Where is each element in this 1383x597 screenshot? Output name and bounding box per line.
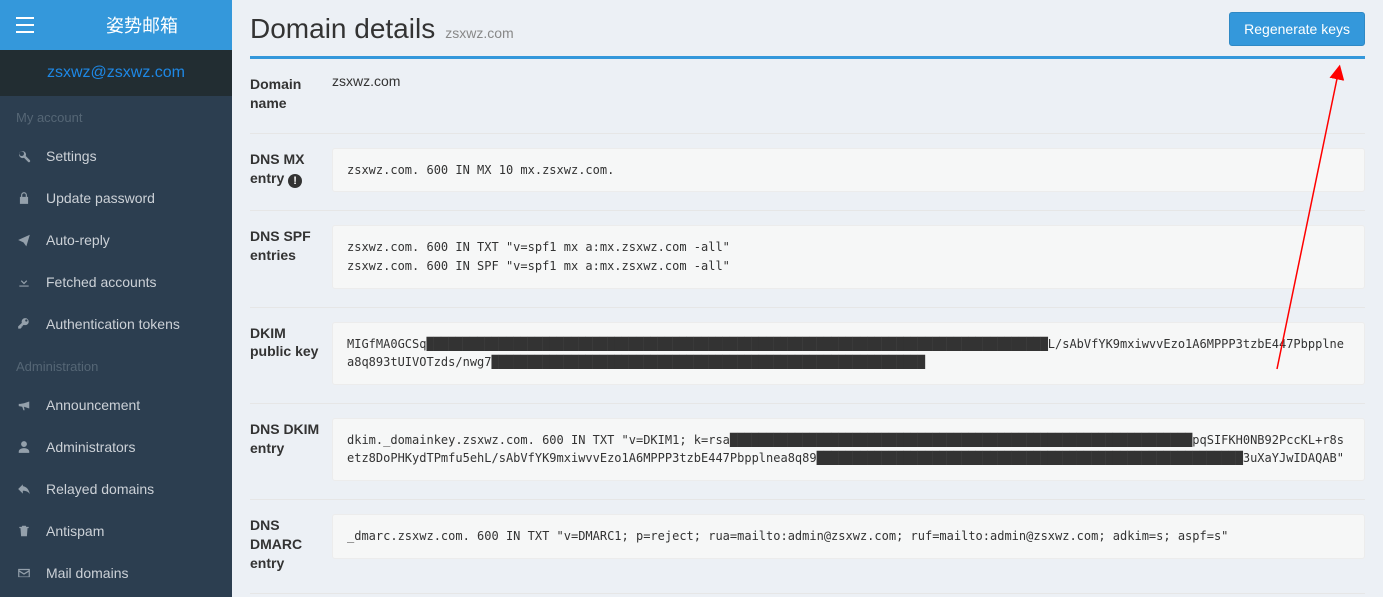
hamburger-menu-icon[interactable] [12, 17, 38, 33]
envelope-icon [16, 566, 32, 580]
row-dns-mx: DNS MX entry ! zsxwz.com. 600 IN MX 10 m… [250, 134, 1365, 212]
page-title: Domain details [250, 13, 435, 45]
download-icon [16, 275, 32, 289]
lock-icon [16, 191, 32, 205]
nav-label: Antispam [46, 523, 104, 539]
page-header: Domain details zsxwz.com Regenerate keys [232, 0, 1383, 56]
nav-label: Mail domains [46, 565, 128, 581]
user-email-link[interactable]: zsxwz@zsxwz.com [0, 50, 232, 96]
row-dkim-pub: DKIM public key MIGfMA0GCSq█████████████… [250, 308, 1365, 404]
page-subtitle: zsxwz.com [445, 25, 513, 41]
user-icon [16, 440, 32, 454]
nav-relayed-domains[interactable]: Relayed domains [0, 468, 232, 510]
value-dns-dkim: dkim._domainkey.zsxwz.com. 600 IN TXT "v… [332, 418, 1365, 481]
value-domain-name: zsxwz.com [332, 59, 1365, 133]
nav-administrators[interactable]: Administrators [0, 426, 232, 468]
sidebar-header: 姿势邮箱 [0, 0, 232, 50]
label-dns-dmarc: DNS DMARC entry [250, 500, 332, 593]
nav-auto-reply[interactable]: Auto-reply [0, 219, 232, 261]
page-title-wrap: Domain details zsxwz.com [250, 13, 514, 45]
nav-label: Relayed domains [46, 481, 154, 497]
nav-label: Authentication tokens [46, 316, 180, 332]
value-dns-dmarc: _dmarc.zsxwz.com. 600 IN TXT "v=DMARC1; … [332, 514, 1365, 559]
nav-mail-domains[interactable]: Mail domains [0, 552, 232, 594]
nav-section-my-account: My account [0, 96, 232, 135]
nav-update-password[interactable]: Update password [0, 177, 232, 219]
value-dkim-pub: MIGfMA0GCSq█████████████████████████████… [332, 322, 1365, 385]
label-dns-dkim: DNS DKIM entry [250, 404, 332, 499]
value-dns-spf: zsxwz.com. 600 IN TXT "v=spf1 mx a:mx.zs… [332, 225, 1365, 288]
nav-label: Settings [46, 148, 97, 164]
content-area: Domain name zsxwz.com DNS MX entry ! zsx… [232, 59, 1383, 597]
nav-antispam[interactable]: Antispam [0, 510, 232, 552]
nav-announcement[interactable]: Announcement [0, 384, 232, 426]
wrench-icon [16, 149, 32, 163]
nav-auth-tokens[interactable]: Authentication tokens [0, 303, 232, 345]
trash-icon [16, 524, 32, 538]
bullhorn-icon [16, 398, 32, 412]
plane-icon [16, 233, 32, 247]
label-dns-mx: DNS MX entry ! [250, 134, 332, 211]
label-domain-name: Domain name [250, 59, 332, 133]
row-dns-spf: DNS SPF entries zsxwz.com. 600 IN TXT "v… [250, 211, 1365, 307]
label-dns-spf: DNS SPF entries [250, 211, 332, 306]
label-dkim-pub: DKIM public key [250, 308, 332, 403]
regenerate-keys-button[interactable]: Regenerate keys [1229, 12, 1365, 46]
row-dns-dkim: DNS DKIM entry dkim._domainkey.zsxwz.com… [250, 404, 1365, 500]
row-domain-name: Domain name zsxwz.com [250, 59, 1365, 134]
nav-label: Auto-reply [46, 232, 110, 248]
sidebar: 姿势邮箱 zsxwz@zsxwz.com My account Settings… [0, 0, 232, 597]
nav-label: Fetched accounts [46, 274, 157, 290]
main-panel: Domain details zsxwz.com Regenerate keys… [232, 0, 1383, 597]
value-dns-mx: zsxwz.com. 600 IN MX 10 mx.zsxwz.com. [332, 148, 1365, 193]
nav-label: Administrators [46, 439, 135, 455]
reply-icon [16, 482, 32, 496]
key-icon [16, 317, 32, 331]
row-dns-dmarc: DNS DMARC entry _dmarc.zsxwz.com. 600 IN… [250, 500, 1365, 594]
nav-label: Announcement [46, 397, 140, 413]
nav-fetched-accounts[interactable]: Fetched accounts [0, 261, 232, 303]
info-icon[interactable]: ! [288, 174, 302, 188]
nav-label: Update password [46, 190, 155, 206]
nav-section-administration: Administration [0, 345, 232, 384]
brand-title: 姿势邮箱 [64, 12, 220, 38]
nav-settings[interactable]: Settings [0, 135, 232, 177]
